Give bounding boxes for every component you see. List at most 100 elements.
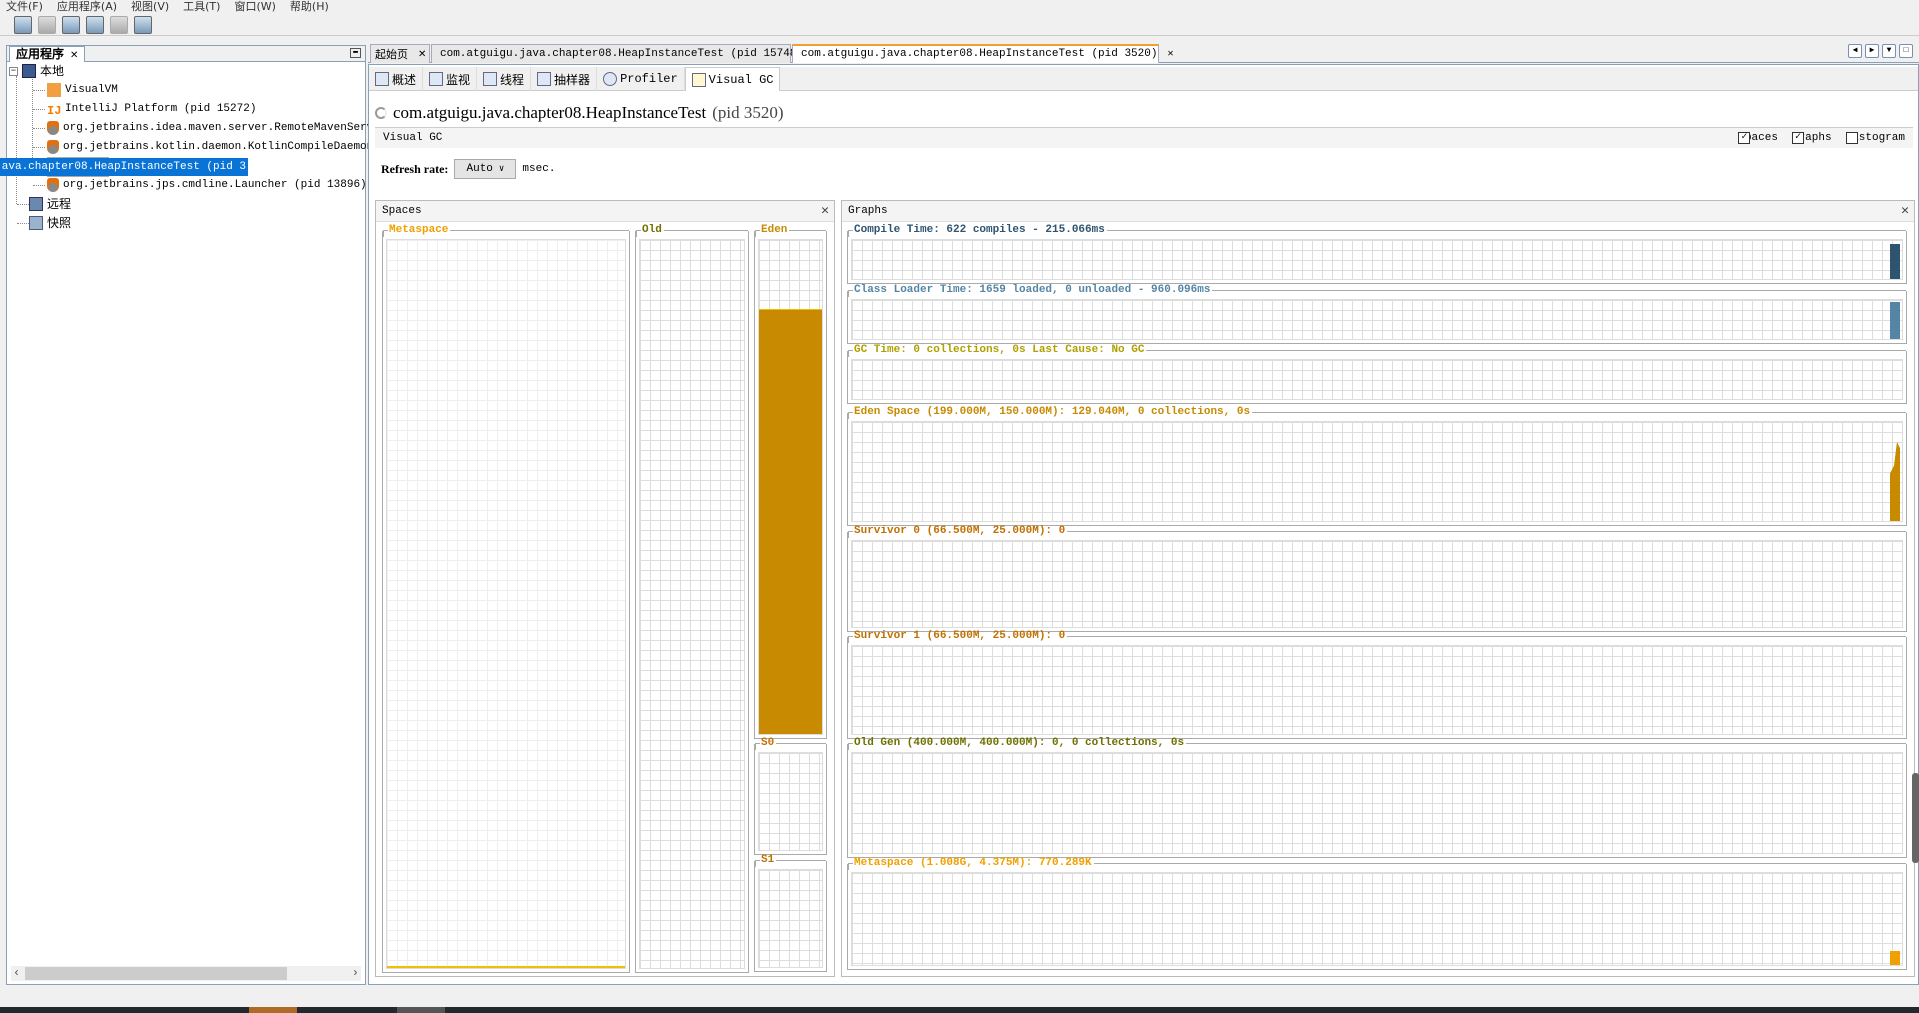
taskbar-item[interactable]	[397, 1007, 445, 1013]
page-title: com.atguigu.java.chapter08.HeapInstanceT…	[375, 103, 783, 123]
menu-window[interactable]: 窗口(W)	[234, 0, 275, 14]
collapse-icon[interactable]: −	[9, 66, 18, 76]
computer-icon	[22, 64, 36, 78]
metaspace-graph: Metaspace (1.008G, 4.375M): 770.289K	[847, 857, 1907, 970]
scroll-tabs-right-icon[interactable]: ▶	[1865, 44, 1879, 58]
menu-file[interactable]: 文件(F)	[6, 0, 43, 14]
add-remote-host-icon[interactable]	[62, 16, 80, 34]
maximize-icon[interactable]: □	[1899, 44, 1913, 58]
tab-label: 抽样器	[554, 72, 591, 87]
close-icon[interactable]: ✕	[1167, 46, 1173, 63]
metaspace-usage-bar	[1890, 951, 1900, 965]
open-app-icon[interactable]	[14, 16, 32, 34]
save-snapshot-icon[interactable]	[38, 16, 56, 34]
graph-title: Metaspace (1.008G, 4.375M): 770.289K	[848, 857, 1906, 869]
tree-node-maven-server[interactable]: org.jetbrains.idea.maven.server.RemoteMa…	[47, 119, 393, 137]
minimize-icon[interactable]: ▬	[350, 48, 361, 58]
space-label: S1	[755, 854, 826, 866]
close-icon[interactable]: ✕	[70, 50, 78, 61]
menu-tools[interactable]: 工具(T)	[183, 0, 220, 14]
spaces-checkbox[interactable]: ✓ Spaces	[1738, 128, 1778, 148]
graph-title: Compile Time: 622 compiles - 215.066ms	[848, 224, 1906, 236]
node-label: 远程	[47, 197, 72, 211]
subtab-profiler[interactable]: Profiler	[597, 67, 685, 91]
chevron-down-icon: ∨	[498, 164, 505, 174]
node-label: VisualVM	[65, 84, 118, 96]
eden-space-graph: Eden Space (199.000M, 150.000M): 129.040…	[847, 406, 1907, 526]
tree-node-jps-launcher[interactable]: org.jetbrains.jps.cmdline.Launcher (pid …	[47, 176, 367, 194]
space-label: Eden	[755, 224, 826, 236]
remote-host-icon	[29, 197, 43, 211]
menu-view[interactable]: 视图(V)	[131, 0, 169, 14]
java-icon	[47, 121, 59, 135]
applications-tab[interactable]: 应用程序 ✕	[9, 46, 86, 62]
scrollbar-thumb[interactable]	[25, 967, 287, 980]
space-usage-fill	[387, 966, 625, 968]
menu-help[interactable]: 帮助(H)	[290, 0, 329, 14]
tab-start-page[interactable]: 起始页 ✕	[370, 44, 430, 63]
checkbox-checked-icon: ✓	[1791, 132, 1804, 144]
visualvm-icon	[47, 83, 61, 97]
space-label: S0	[755, 737, 826, 749]
tree-node-snapshots[interactable]: 快照	[29, 214, 71, 232]
scroll-left-icon[interactable]: ‹	[13, 966, 20, 980]
refresh-rate-select[interactable]: Auto ∨	[454, 159, 517, 179]
space-label: Old	[636, 224, 748, 236]
menu-bar: 文件(F) 应用程序(A) 视图(V) 工具(T) 窗口(W) 帮助(H)	[0, 0, 1919, 14]
tree-node-local[interactable]: − 本地	[9, 62, 64, 80]
compile-time-bar	[1890, 243, 1900, 279]
close-icon[interactable]: ✕	[1901, 201, 1909, 221]
menu-application[interactable]: 应用程序(A)	[57, 0, 117, 14]
horizontal-scrollbar[interactable]: ‹ ›	[11, 966, 361, 981]
main-area: 起始页 ✕ com.atguigu.java.chapter08.HeapInst…	[368, 44, 1919, 985]
tab-label: 起始页	[375, 47, 408, 61]
tab-heapinstancetest-15748[interactable]: com.atguigu.java.chapter08.HeapInstanceT…	[431, 44, 819, 63]
subtab-threads[interactable]: 线程	[477, 67, 532, 91]
space-usage-fill	[759, 309, 822, 734]
checkbox-checked-icon: ✓	[1738, 132, 1751, 144]
load-dump-icon[interactable]	[110, 16, 128, 34]
scroll-tabs-left-icon[interactable]: ◀	[1848, 44, 1862, 58]
node-label: IntelliJ Platform (pid 15272)	[65, 103, 257, 115]
histogram-checkbox[interactable]: Histogram	[1845, 128, 1905, 148]
close-icon[interactable]: ✕	[418, 46, 426, 63]
add-jmx-icon[interactable]	[86, 16, 104, 34]
vertical-scrollbar-thumb[interactable]	[1912, 773, 1919, 863]
section-label: Visual GC	[383, 132, 443, 144]
graph-title: Old Gen (400.000M, 400.000M): 0, 0 colle…	[848, 737, 1906, 749]
graphs-checkbox[interactable]: ✓ Graphs	[1791, 128, 1832, 148]
eden-usage-area	[1890, 441, 1900, 521]
subtab-monitor[interactable]: 监视	[423, 67, 478, 91]
taskbar	[0, 1007, 1919, 1013]
tree-node-visualvm[interactable]: VisualVM	[47, 81, 118, 99]
old-gen-graph: Old Gen (400.000M, 400.000M): 0, 0 colle…	[847, 737, 1907, 858]
tab-list-dropdown-icon[interactable]: ▼	[1882, 44, 1896, 58]
toolbar	[0, 14, 1919, 36]
node-label: 本地	[40, 64, 65, 78]
monitor-icon	[429, 72, 444, 86]
intellij-icon: IJ	[47, 104, 62, 118]
graph-title: Eden Space (199.000M, 150.000M): 129.040…	[848, 406, 1906, 418]
subtab-visual-gc[interactable]: Visual GC	[684, 67, 781, 91]
threads-icon	[483, 72, 498, 86]
scroll-right-icon[interactable]: ›	[352, 966, 359, 980]
node-label: org.jetbrains.idea.maven.server.RemoteMa…	[63, 122, 394, 134]
tab-label: 概述	[392, 72, 417, 87]
close-icon[interactable]: ✕	[821, 201, 829, 221]
refresh-rate-row: Refresh rate: Auto ∨ msec.	[381, 159, 555, 179]
sub-tabs: 概述 监视 线程 抽样器 Profiler Visual GC	[369, 67, 1918, 91]
tree-node-remote[interactable]: 远程	[29, 195, 71, 213]
tree-node-heapinstancetest[interactable]: com.atguigu.java.chapter08.HeapInstanceT…	[0, 157, 249, 177]
document-tabs: 起始页 ✕ com.atguigu.java.chapter08.HeapInst…	[368, 44, 1919, 63]
add-snapshot-icon[interactable]	[134, 16, 152, 34]
status-bar	[0, 986, 1919, 1007]
space-label: Metaspace	[383, 224, 629, 236]
tree-node-kotlin-daemon[interactable]: org.jetbrains.kotlin.daemon.KotlinCompil…	[47, 138, 393, 156]
metaspace-space: Metaspace	[382, 224, 630, 973]
node-label: org.jetbrains.jps.cmdline.Launcher (pid …	[63, 179, 367, 191]
subtab-sampler[interactable]: 抽样器	[531, 67, 598, 91]
tab-heapinstancetest-3520[interactable]: com.atguigu.java.chapter08.HeapInstanceT…	[792, 44, 1174, 63]
taskbar-item[interactable]	[249, 1007, 297, 1013]
subtab-overview[interactable]: 概述	[369, 67, 424, 91]
tree-node-intellij[interactable]: IJ IntelliJ Platform (pid 15272)	[47, 100, 256, 118]
